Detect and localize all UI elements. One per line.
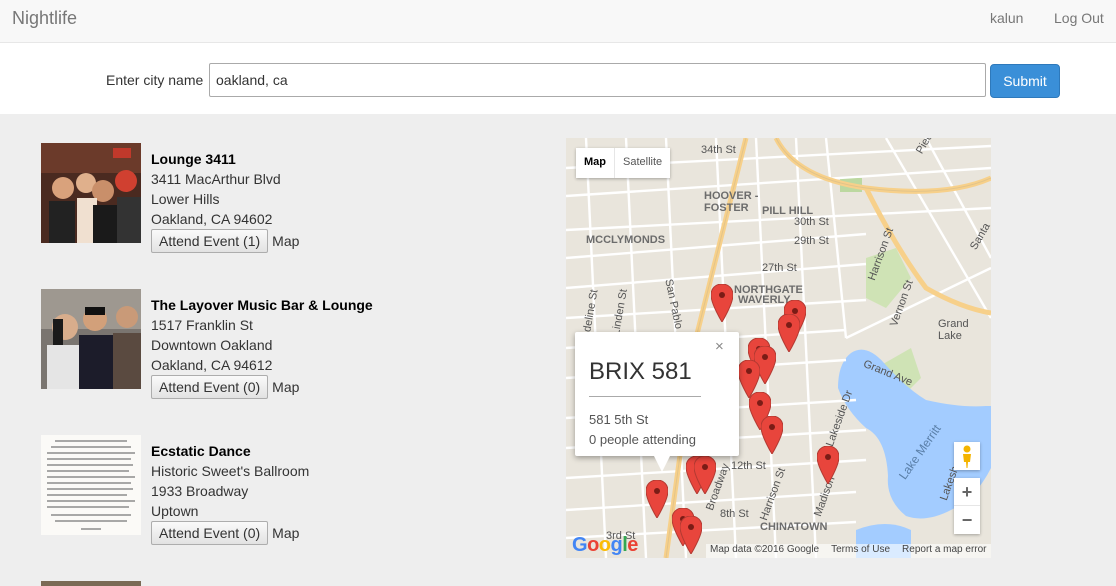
zoom-in-button[interactable]: +	[954, 478, 980, 506]
submit-button[interactable]: Submit	[990, 64, 1060, 98]
bar-name: Ecstatic Dance	[151, 443, 251, 459]
street-label: 27th St	[762, 262, 797, 274]
zoom-control: + −	[954, 478, 980, 534]
bar-neighborhood: Downtown Oakland	[151, 337, 273, 353]
info-window-divider	[589, 396, 701, 397]
map-type-satellite-button[interactable]: Satellite	[614, 148, 670, 178]
city-label: Enter city name	[106, 72, 204, 88]
attend-button[interactable]: Attend Event (0)	[151, 375, 269, 399]
bar-address-line: 3411 MacArthur Blvd	[151, 171, 281, 187]
neighborhood-label: WAVERLY	[738, 294, 791, 306]
bar-item: The Layover Music Bar & Lounge 1517 Fran…	[41, 289, 481, 399]
info-window-address: 581 5th St	[589, 412, 649, 427]
user-link[interactable]: kalun	[990, 10, 1023, 26]
city-input[interactable]	[209, 63, 986, 97]
report-error-link[interactable]: Report a map error	[902, 544, 986, 558]
bar-name: The Layover Music Bar & Lounge	[151, 297, 373, 313]
street-view-pegman-icon[interactable]	[954, 442, 980, 470]
info-window-body: 581 5th St 0 people attending	[589, 410, 696, 450]
logout-link[interactable]: Log Out	[1054, 10, 1104, 26]
info-window-title: BRIX 581	[589, 358, 692, 385]
close-icon[interactable]: ×	[715, 338, 724, 355]
street-label: 29th St	[794, 235, 829, 247]
bar-actions: Attend Event (0) Map	[151, 521, 309, 545]
map-attribution: Map data ©2016 Google Terms of Use Repor…	[706, 544, 991, 558]
neighborhood-label: CHINATOWN	[760, 521, 828, 533]
attend-button[interactable]: Attend Event (1)	[151, 229, 269, 253]
map-pin-icon[interactable]	[711, 284, 733, 322]
info-window-tail	[653, 454, 671, 472]
google-logo: Google	[572, 534, 638, 556]
bar-venue: Historic Sweet's Ballroom	[151, 463, 310, 479]
bar-item: Lounge 3411 3411 MacArthur Blvd Lower Hi…	[41, 143, 481, 253]
map-type-control: Map Satellite	[576, 148, 671, 178]
map-link[interactable]: Map	[272, 231, 299, 251]
map-pin-icon[interactable]	[646, 480, 668, 518]
bar-photo	[41, 143, 141, 243]
search-bar: Enter city name Submit	[0, 43, 1116, 114]
map-pin-icon[interactable]	[761, 416, 783, 454]
place-label: Grand Lake	[938, 318, 969, 342]
bar-photo	[41, 289, 141, 389]
bar-city: Oakland, CA 94612	[151, 357, 273, 373]
bar-details: The Layover Music Bar & Lounge 1517 Fran…	[151, 295, 373, 399]
bar-address-line: 1933 Broadway	[151, 483, 249, 499]
street-label: 34th St	[701, 144, 736, 156]
info-window: × BRIX 581 581 5th St 0 people attending	[575, 332, 739, 472]
map-link[interactable]: Map	[272, 377, 299, 397]
terms-link[interactable]: Terms of Use	[831, 544, 890, 558]
bar-neighborhood: Lower Hills	[151, 191, 220, 207]
map-link[interactable]: Map	[272, 523, 299, 543]
bar-actions: Attend Event (1) Map	[151, 229, 299, 253]
street-label: 8th St	[720, 508, 749, 520]
bar-details: Lounge 3411 3411 MacArthur Blvd Lower Hi…	[151, 149, 299, 253]
navbar: Nightlife kalun Log Out	[0, 0, 1116, 43]
map-pin-icon[interactable]	[680, 516, 702, 554]
bar-neighborhood: Uptown	[151, 503, 199, 519]
attend-button[interactable]: Attend Event (0)	[151, 521, 269, 545]
map-data-text: Map data ©2016 Google	[710, 544, 820, 555]
map-pin-icon[interactable]	[778, 314, 800, 352]
bar-city: Oakland, CA 94602	[151, 211, 273, 227]
map-pin-icon[interactable]	[694, 456, 716, 494]
brand-link[interactable]: Nightlife	[12, 8, 77, 29]
bar-details: Ecstatic Dance Historic Sweet's Ballroom…	[151, 441, 309, 545]
bar-photo	[41, 581, 141, 586]
info-window-attending: 0 people attending	[589, 432, 696, 447]
street-label: 12th St	[731, 460, 766, 472]
bar-name: Lounge 3411	[151, 151, 236, 167]
map-type-map-button[interactable]: Map	[576, 148, 614, 178]
bar-actions: Attend Event (0) Map	[151, 375, 373, 399]
neighborhood-label: HOOVER - FOSTER	[704, 190, 759, 214]
bar-item: Ecstatic Dance Historic Sweet's Ballroom…	[41, 435, 481, 545]
map[interactable]: 34th St HOOVER - FOSTER PILL HILL 30th S…	[566, 138, 991, 558]
street-label: 30th St	[794, 216, 829, 228]
neighborhood-label: MCCLYMONDS	[586, 234, 666, 246]
bar-address-line: 1517 Franklin St	[151, 317, 253, 333]
zoom-out-button[interactable]: −	[954, 506, 980, 534]
bar-photo	[41, 435, 141, 535]
map-pin-icon[interactable]	[817, 446, 839, 484]
